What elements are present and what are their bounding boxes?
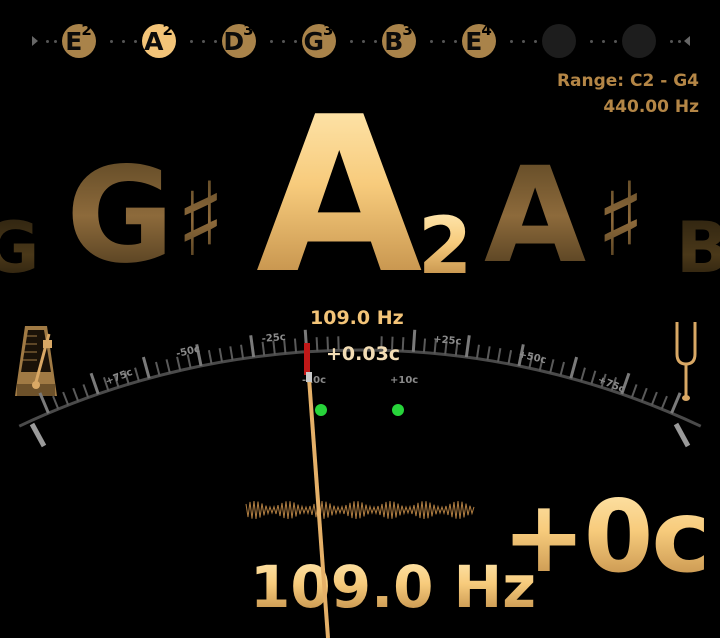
needle-line (307, 377, 330, 638)
tuner-needle (306, 372, 330, 638)
needle-tip (306, 372, 312, 382)
